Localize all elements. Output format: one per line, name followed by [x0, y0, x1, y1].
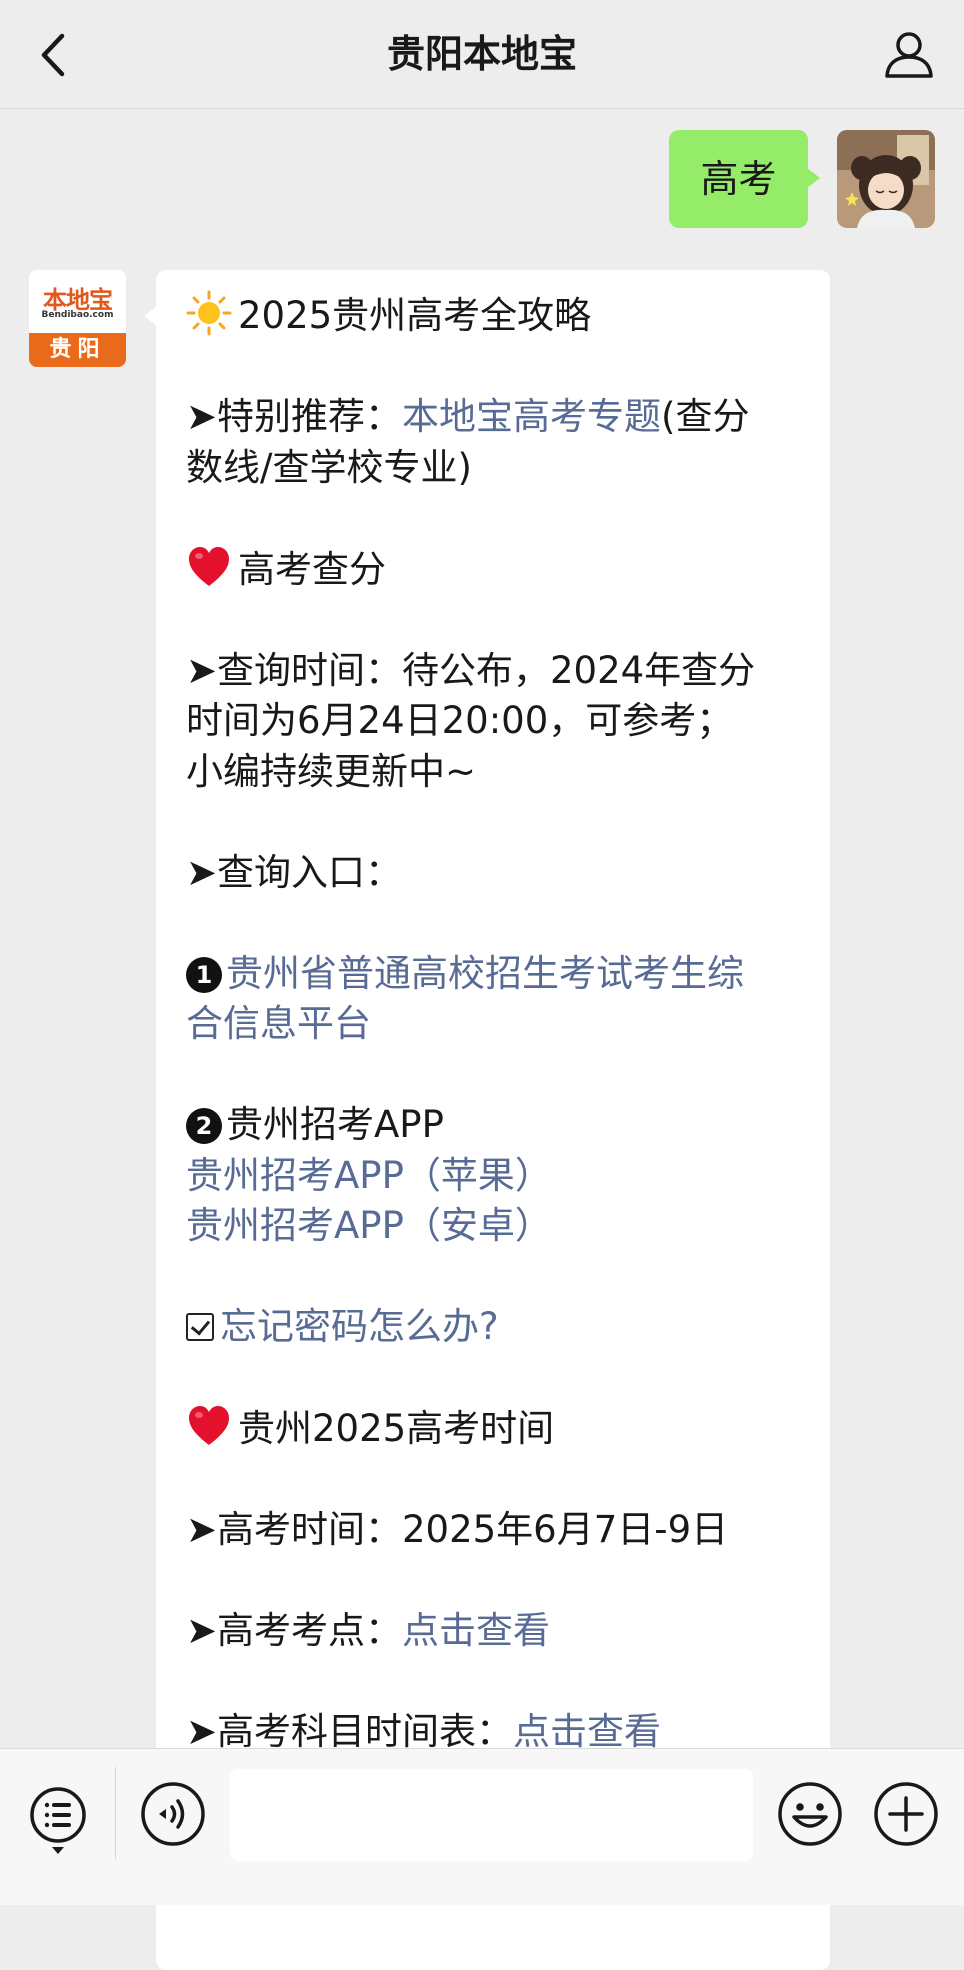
forgot-password-line: 忘记密码怎么办? — [186, 1302, 806, 1353]
query-time-3: 小编持续更新中~ — [186, 749, 477, 793]
checkbox-icon — [186, 1313, 214, 1341]
message-content: 2025贵州高考全攻略 ➤特别推荐：本地宝高考专题(查分 数线/查学校专业) 高… — [186, 290, 806, 1758]
entry1-line: 1 贵州省普通高校招生考试考生综 — [186, 949, 806, 1000]
entry1-link-cont[interactable]: 合信息平台 — [186, 999, 806, 1050]
section1-title-line: 高考查分 — [186, 544, 806, 596]
section2-title-line: 贵州2025高考时间 — [186, 1403, 806, 1455]
entry2-android-link[interactable]: 贵州招考APP（安卓） — [186, 1201, 806, 1252]
chat-title: 贵阳本地宝 — [386, 32, 577, 76]
exam-site-line: ➤高考考点：点击查看 — [186, 1606, 806, 1657]
schedule-link[interactable]: 点击查看 — [513, 1710, 661, 1753]
recommend-suffix-line: 数线/查学校专业) — [186, 445, 472, 489]
entry2-ios-link[interactable]: 贵州招考APP（苹果） — [186, 1151, 806, 1202]
profile-icon[interactable] — [882, 28, 936, 82]
sent-message-bubble[interactable]: 高考 — [669, 130, 820, 228]
official-account-avatar[interactable]: 本地宝 Bendibao.com 贵阳 — [29, 270, 126, 367]
message-input[interactable] — [230, 1769, 753, 1861]
forgot-password-link[interactable]: 忘记密码怎么办? — [220, 1305, 499, 1348]
bar-divider — [115, 1767, 116, 1859]
recommend-prefix: ➤特别推荐： — [186, 395, 403, 438]
query-time-1: ➤查询时间：待公布，2024年查分 — [186, 648, 756, 692]
emoji-icon[interactable] — [777, 1781, 843, 1847]
heart-emoji-icon — [189, 546, 229, 586]
received-message-bubble[interactable]: 2025贵州高考全攻略 ➤特别推荐：本地宝高考专题(查分 数线/查学校专业) 高… — [144, 270, 830, 1970]
heart-emoji-icon — [189, 1406, 229, 1445]
logo-city: 贵阳 — [29, 333, 126, 367]
menu-list-icon[interactable] — [28, 1785, 88, 1857]
number-two-badge: 2 — [186, 1108, 222, 1144]
article-title-line: 2025贵州高考全攻略 — [186, 290, 806, 342]
recommend-suffix: (查分 — [661, 395, 750, 438]
entry2-title: 贵州招考APP — [226, 1103, 444, 1146]
exam-site-link[interactable]: 点击查看 — [402, 1609, 550, 1652]
entry2-line: 2 贵州招考APP — [186, 1100, 806, 1151]
query-time-2: 时间为6月24日20:00，可参考； — [186, 699, 734, 742]
entry1-link[interactable]: 贵州省普通高校招生考试考生综 — [226, 952, 744, 995]
exam-time: ➤高考时间：2025年6月7日-9日 — [186, 1508, 729, 1551]
exam-site-prefix: ➤高考考点： — [186, 1609, 403, 1652]
query-entry: ➤查询入口： — [186, 850, 403, 894]
number-one-badge: 1 — [186, 956, 222, 993]
logo-sub: Bendibao.com — [41, 310, 114, 320]
schedule-prefix: ➤高考科目时间表： — [186, 1710, 514, 1753]
sun-emoji-icon — [186, 290, 232, 336]
section2-title: 贵州2025高考时间 — [238, 1407, 555, 1450]
recommend-line: ➤特别推荐：本地宝高考专题(查分 — [186, 392, 806, 443]
voice-icon[interactable] — [140, 1781, 206, 1847]
article-title: 2025贵州高考全攻略 — [238, 294, 592, 337]
section1-title: 高考查分 — [238, 547, 386, 591]
bottom-input-bar — [0, 1748, 964, 1905]
recommend-link[interactable]: 本地宝高考专题 — [402, 395, 661, 438]
plus-icon[interactable] — [873, 1781, 939, 1847]
sent-message-text: 高考 — [700, 157, 777, 201]
chat-header: 贵阳本地宝 — [0, 0, 964, 109]
user-avatar[interactable] — [837, 130, 935, 228]
